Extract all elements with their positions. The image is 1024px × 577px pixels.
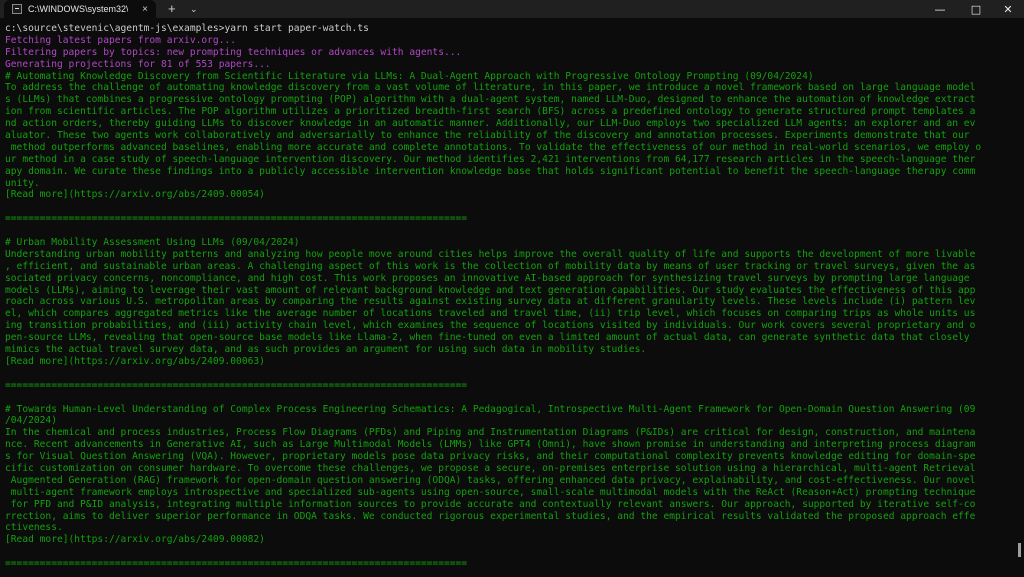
terminal-line: # Urban Mobility Assessment Using LLMs (… [5, 237, 300, 249]
terminal-line: for PFD and P&ID analysis, integrating m… [5, 498, 976, 510]
terminal-line: Augmented Generation (RAG) framework for… [5, 474, 976, 486]
terminal-line: ========================================… [5, 379, 468, 391]
terminal-line: s (LLMs) that combines a progressive ont… [5, 94, 976, 106]
tab-close-icon[interactable]: × [142, 4, 148, 15]
terminal-line: # Automating Knowledge Discovery from Sc… [5, 70, 814, 82]
terminal-output[interactable]: c:\source\stevenic\agentm-js\examples>ya… [5, 23, 1017, 577]
terminal-line: ========================================… [5, 213, 468, 225]
terminal-line: In the chemical and process industries, … [5, 427, 976, 439]
terminal-line: method outperforms advanced baselines, e… [5, 141, 982, 153]
terminal-line: Generating projections for 81 of 553 pap… [5, 58, 271, 70]
terminal-line: models (LLMs), aiming to leverage their … [5, 284, 976, 296]
terminal-line: aluator. These two agents work collabora… [5, 130, 970, 142]
terminal-line: sociated privacy concerns, noncompliance… [5, 272, 970, 284]
tab-title: C:\WINDOWS\system32\cmd. [28, 4, 128, 14]
terminal-line: unity. [5, 177, 40, 189]
terminal-line: To address the challenge of automating k… [5, 82, 976, 94]
terminal-line: nd action orders, thereby guiding LLMs t… [5, 118, 976, 130]
terminal-tab[interactable]: C:\WINDOWS\system32\cmd. × [4, 0, 156, 18]
terminal-line: # Towards Human-Level Understanding of C… [5, 403, 976, 415]
terminal-line: mimics the actual travel survey data, an… [5, 344, 647, 356]
terminal-line: apy domain. We curate these findings int… [5, 165, 976, 177]
chevron-down-icon[interactable]: ⌄ [190, 1, 198, 17]
terminal-line: ing transition probabilities, and (iii) … [5, 320, 976, 332]
terminal-line: /04/2024) [5, 415, 57, 427]
scrollbar-thumb[interactable] [1018, 543, 1021, 557]
terminal-line: [Read more](https://arxiv.org/abs/2409.0… [5, 189, 265, 201]
terminal-line: pen-source LLMs, revealing that open-sou… [5, 332, 970, 344]
terminal-line: cific customization on consumer hardware… [5, 462, 976, 474]
terminal-line: nce. Recent advancements in Generative A… [5, 439, 976, 451]
maximize-button[interactable]: □ [960, 0, 992, 18]
close-button[interactable]: ✕ [992, 0, 1024, 18]
terminal-line: el, which compares aggregated metrics li… [5, 308, 976, 320]
terminal-line: [Read more](https://arxiv.org/abs/2409.0… [5, 355, 265, 367]
terminal-line: , efficient, and sustainable urban areas… [5, 260, 976, 272]
minimize-button[interactable]: — [924, 0, 956, 18]
terminal-line: ========================================… [5, 558, 468, 570]
terminal-line: ctiveness. [5, 522, 63, 534]
terminal-icon [12, 4, 22, 14]
terminal-line: ur method in a case study of speech-lang… [5, 153, 976, 165]
terminal-line: roach across various U.S. metropolitan a… [5, 296, 976, 308]
terminal-line: ion from scientific articles. The POP al… [5, 106, 976, 118]
terminal-line: rrection, aims to deliver superior perfo… [5, 510, 976, 522]
terminal-line: multi-agent framework employs introspect… [5, 486, 976, 498]
terminal-line: c:\source\stevenic\agentm-js\examples>ya… [5, 23, 369, 34]
terminal-line: s for Visual Question Answering (VQA). H… [5, 451, 976, 463]
new-tab-button[interactable]: + [168, 1, 176, 17]
terminal-line: Understanding urban mobility patterns an… [5, 248, 976, 260]
terminal-line: Filtering papers by topics: new promptin… [5, 46, 462, 58]
terminal-line: [Read more](https://arxiv.org/abs/2409.0… [5, 534, 265, 546]
terminal-line: Fetching latest papers from arxiv.org... [5, 34, 237, 46]
title-bar: C:\WINDOWS\system32\cmd. × + ⌄ — □ ✕ [0, 0, 1024, 18]
